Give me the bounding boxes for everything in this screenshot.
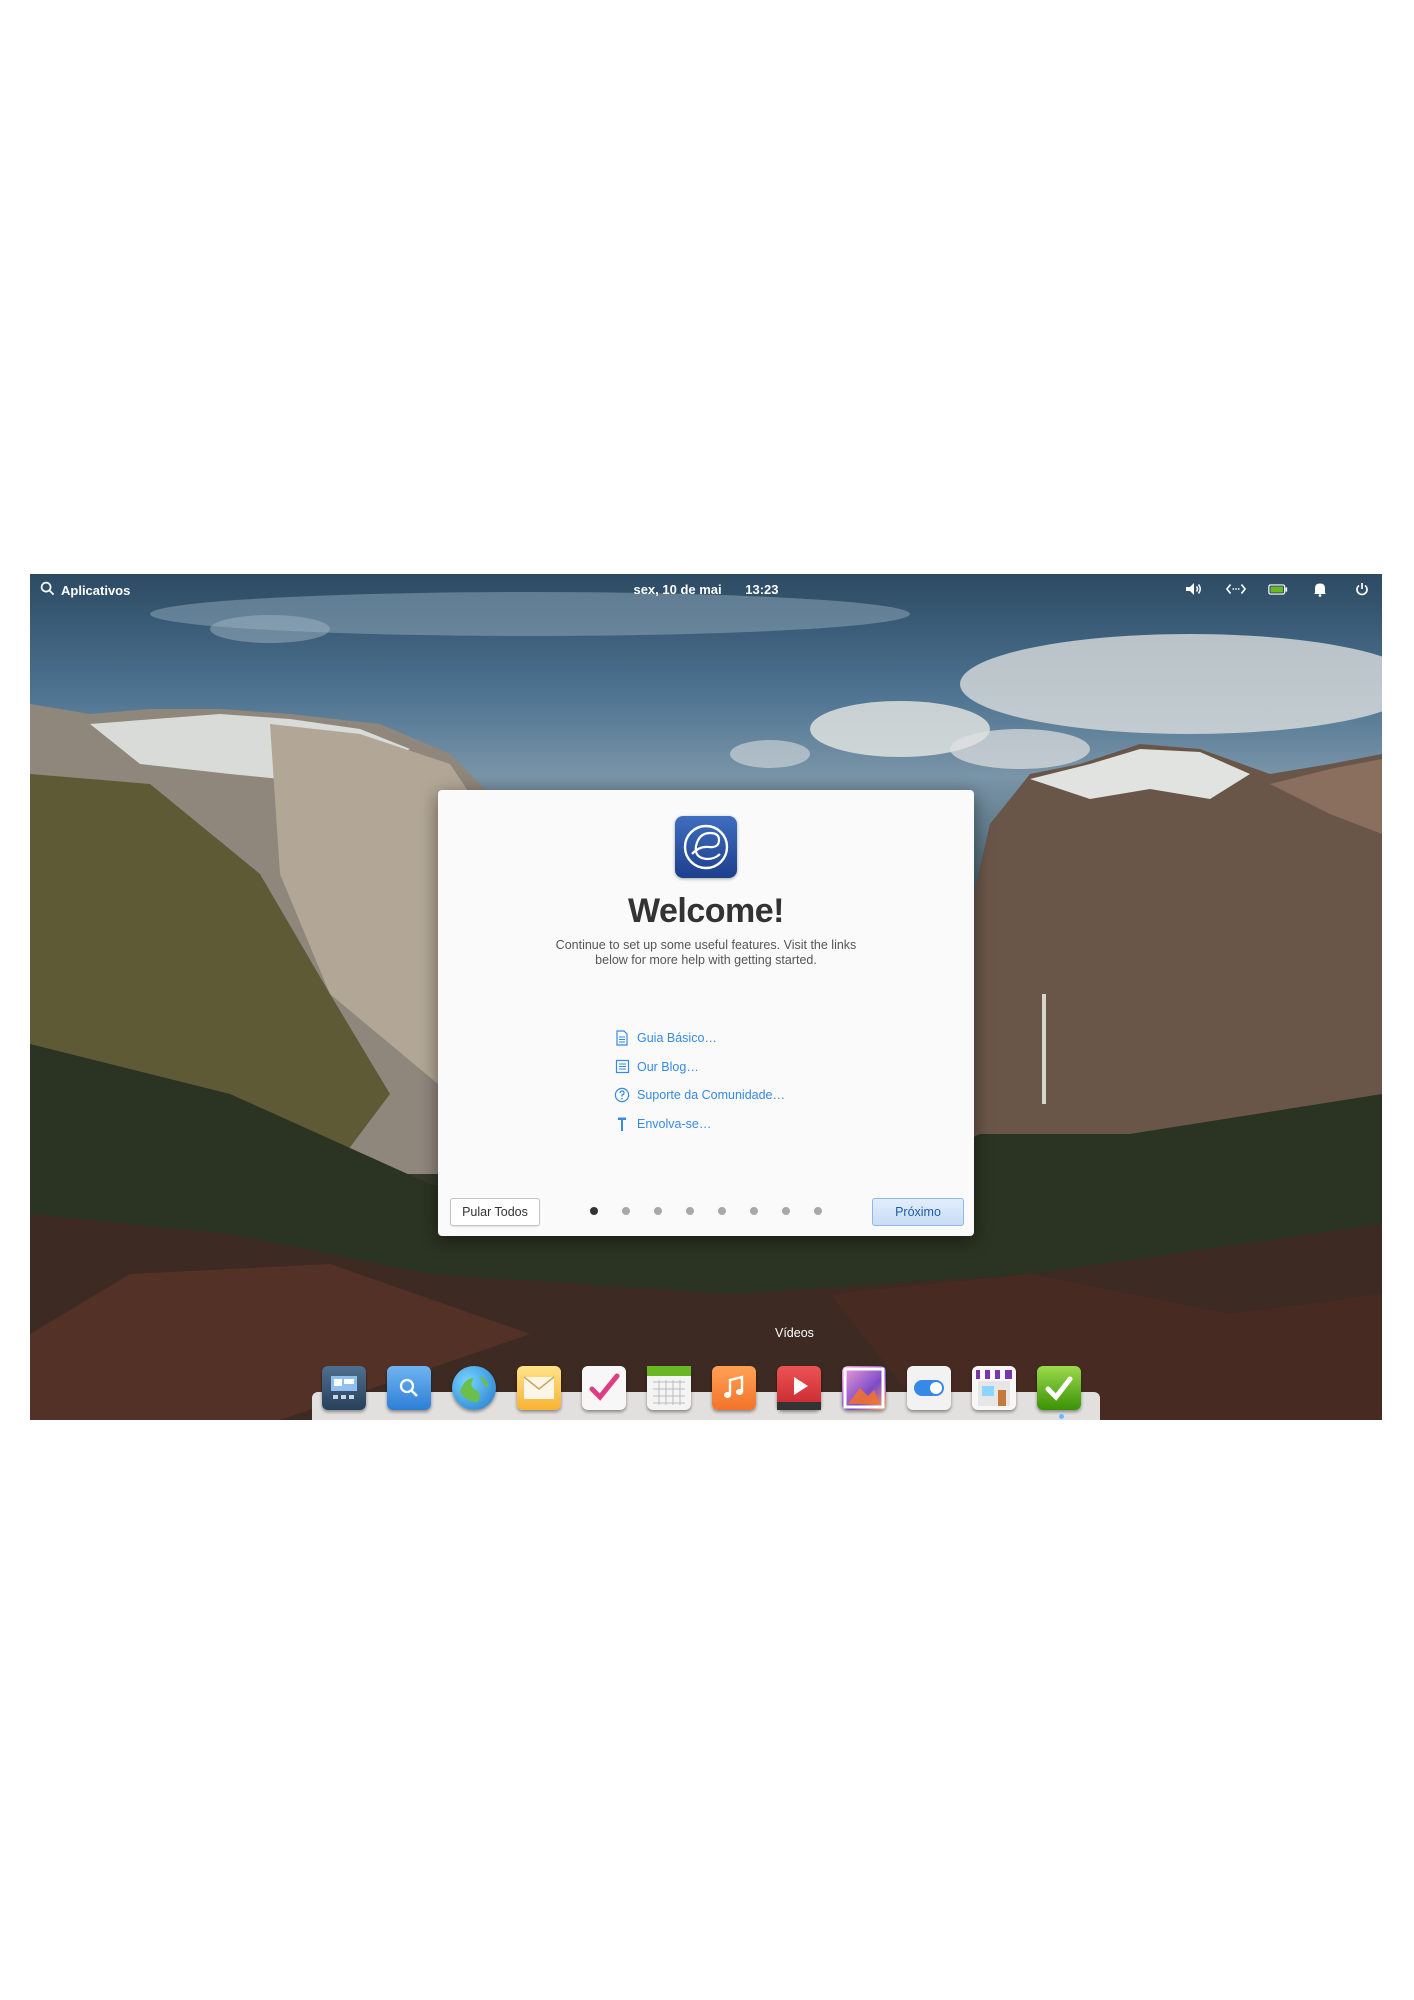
elementary-logo-icon bbox=[675, 816, 737, 878]
help-links: Guia Básico… Our Blog… Suporte da Comuni… bbox=[614, 1024, 785, 1138]
link-label: Envolva-se… bbox=[637, 1116, 712, 1131]
datetime-indicator[interactable]: sex, 10 de mai 13:23 bbox=[30, 582, 1382, 597]
dock-apps bbox=[322, 1366, 1081, 1410]
page-dot[interactable] bbox=[814, 1207, 822, 1215]
tasks-icon[interactable] bbox=[582, 1366, 626, 1410]
desktop: Aplicativos sex, 10 de mai 13:23 Welcome… bbox=[30, 574, 1382, 1420]
tool-icon bbox=[614, 1116, 630, 1132]
photos-icon[interactable] bbox=[842, 1366, 886, 1410]
page-dot[interactable] bbox=[686, 1207, 694, 1215]
music-icon[interactable] bbox=[712, 1366, 756, 1410]
next-button[interactable]: Próximo bbox=[872, 1198, 964, 1226]
dock-tooltip: Vídeos bbox=[775, 1326, 814, 1340]
dialog-title: Welcome! bbox=[628, 892, 784, 930]
settings-icon[interactable] bbox=[907, 1366, 951, 1410]
link-suporte-comunidade[interactable]: Suporte da Comunidade… bbox=[614, 1081, 785, 1110]
date-label: sex, 10 de mai bbox=[633, 582, 722, 597]
welcome-dialog: Welcome! Continue to set up some useful … bbox=[438, 790, 974, 1236]
page-dot[interactable] bbox=[622, 1207, 630, 1215]
calendar-icon[interactable] bbox=[647, 1366, 691, 1410]
web-browser-icon[interactable] bbox=[452, 1366, 496, 1410]
link-label: Suporte da Comunidade… bbox=[637, 1088, 786, 1103]
page-indicator bbox=[590, 1207, 822, 1215]
help-icon bbox=[614, 1087, 630, 1103]
dialog-description: Continue to set up some useful features.… bbox=[555, 938, 857, 967]
time-label: 13:23 bbox=[745, 582, 779, 597]
checklist-icon[interactable] bbox=[1037, 1366, 1081, 1410]
page-dot[interactable] bbox=[750, 1207, 758, 1215]
link-label: Guia Básico… bbox=[637, 1031, 717, 1046]
multitasking-icon[interactable] bbox=[322, 1366, 366, 1410]
skip-all-button[interactable]: Pular Todos bbox=[450, 1198, 540, 1226]
link-envolva-se[interactable]: Envolva-se… bbox=[614, 1110, 785, 1139]
battery-icon[interactable] bbox=[1268, 580, 1288, 598]
files-icon[interactable] bbox=[387, 1366, 431, 1410]
page-dot[interactable] bbox=[782, 1207, 790, 1215]
page-dot[interactable] bbox=[590, 1207, 598, 1215]
document-icon bbox=[614, 1030, 630, 1046]
blog-icon bbox=[614, 1059, 630, 1075]
notifications-icon[interactable] bbox=[1310, 580, 1330, 598]
appcenter-icon[interactable] bbox=[972, 1366, 1016, 1410]
running-indicator bbox=[1059, 1414, 1064, 1419]
network-icon[interactable] bbox=[1226, 580, 1246, 598]
top-panel: Aplicativos sex, 10 de mai 13:23 bbox=[30, 574, 1382, 604]
link-our-blog[interactable]: Our Blog… bbox=[614, 1053, 785, 1082]
page-dot[interactable] bbox=[718, 1207, 726, 1215]
power-icon[interactable] bbox=[1352, 580, 1372, 598]
videos-icon[interactable] bbox=[777, 1366, 821, 1410]
volume-icon[interactable] bbox=[1184, 580, 1204, 598]
page-dot[interactable] bbox=[654, 1207, 662, 1215]
link-label: Our Blog… bbox=[637, 1059, 699, 1074]
mail-icon[interactable] bbox=[517, 1366, 561, 1410]
link-guia-basico[interactable]: Guia Básico… bbox=[614, 1024, 785, 1053]
indicators bbox=[1184, 580, 1372, 598]
